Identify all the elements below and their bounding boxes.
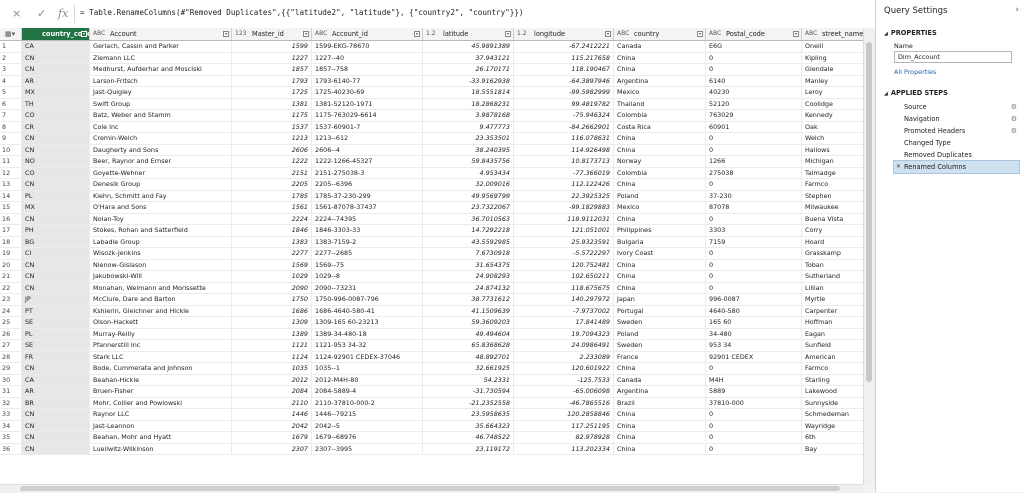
column-header-country-code[interactable]: country_code ▾ xyxy=(22,28,90,40)
column-header-longitude[interactable]: 1.2 longitude ▾ xyxy=(514,28,614,40)
column-header-label: Master_id xyxy=(252,30,284,38)
filter-dropdown-icon[interactable]: ▾ xyxy=(793,31,799,37)
column-header-label: street_name xyxy=(822,30,863,38)
column-type-icon[interactable]: ABC xyxy=(709,28,721,40)
filter-dropdown-icon[interactable]: ▾ xyxy=(605,31,611,37)
applied-steps-list: Source ⚙ Navigation ⚙ Promoted Headers ⚙ Chang… xyxy=(893,101,1020,174)
filter-dropdown-icon[interactable]: ▾ xyxy=(223,31,229,37)
applied-step-changed-type[interactable]: Changed Type xyxy=(894,137,1019,149)
row-divider xyxy=(0,454,863,455)
filter-dropdown-icon[interactable]: ▾ xyxy=(414,31,420,37)
column-type-icon[interactable]: 1.2 xyxy=(517,28,527,40)
applied-step-renamed-columns[interactable]: ✕ Renamed Columns xyxy=(893,160,1020,174)
column-type-icon[interactable]: 1.2 xyxy=(426,28,436,40)
commit-icon[interactable]: ✓ xyxy=(37,7,46,21)
formula-bar: × ✓ fx = Table.RenameColumns(#"Removed D… xyxy=(0,0,875,29)
horizontal-scroll-thumb[interactable] xyxy=(20,486,840,491)
filter-dropdown-icon[interactable]: ▾ xyxy=(697,31,703,37)
section-collapse-icon[interactable]: ◢ xyxy=(884,91,888,97)
applied-step-label: Navigation xyxy=(904,115,940,123)
formula-separator xyxy=(74,5,75,23)
column-header-label: Account_id xyxy=(332,30,368,38)
column-header-country[interactable]: ABC country ▾ xyxy=(614,28,706,40)
column-header-label: Postal_code xyxy=(726,30,765,38)
column-header-label: Account xyxy=(110,30,137,38)
applied-step-label: Removed Duplicates xyxy=(904,151,972,159)
vertical-scrollbar[interactable] xyxy=(863,28,875,484)
column-header-label: country xyxy=(634,30,660,38)
query-name-input[interactable]: Dim_Account xyxy=(894,51,1012,63)
applied-step-source[interactable]: Source ⚙ xyxy=(894,101,1019,113)
column-type-icon[interactable]: ABC xyxy=(93,28,105,40)
column-header-street-name[interactable]: ABCstreet_name▾ xyxy=(802,28,863,40)
all-properties-link[interactable]: All Properties xyxy=(894,68,936,76)
step-settings-gear-icon[interactable]: ⚙ xyxy=(1011,101,1017,113)
query-settings-panel: Query Settings › ◢ PROPERTIES Name Dim_Ac… xyxy=(875,0,1024,492)
filter-dropdown-icon[interactable]: ▾ xyxy=(505,31,511,37)
applied-step-removed-duplicates[interactable]: Removed Duplicates xyxy=(894,149,1019,161)
step-settings-gear-icon[interactable]: ⚙ xyxy=(1011,113,1017,125)
applied-step-label: Changed Type xyxy=(904,139,951,147)
grid-header: ▦▾ country_code ▾ ABC Account ▾ 123 Master_id ▾ A… xyxy=(0,28,863,41)
formula-input[interactable]: = Table.RenameColumns(#"Removed Duplicat… xyxy=(80,8,523,17)
table-menu-icon[interactable]: ▦▾ xyxy=(0,28,22,40)
panel-title: Query Settings xyxy=(884,6,948,16)
filter-dropdown-icon[interactable]: ▾ xyxy=(303,31,309,37)
applied-step-label: Promoted Headers xyxy=(904,127,966,135)
column-header-label: latitude xyxy=(443,30,469,38)
column-header-latitude[interactable]: 1.2 latitude ▾ xyxy=(423,28,514,40)
column-header-account[interactable]: ABC Account ▾ xyxy=(90,28,232,40)
delete-step-icon[interactable]: ✕ xyxy=(896,161,901,173)
applied-step-promoted-headers[interactable]: Promoted Headers ⚙ xyxy=(894,125,1019,137)
vertical-scroll-thumb[interactable] xyxy=(866,42,872,382)
section-collapse-icon[interactable]: ◢ xyxy=(884,31,888,37)
cancel-icon[interactable]: × xyxy=(12,7,21,21)
properties-heading-text: PROPERTIES xyxy=(890,29,937,37)
column-header-postal-code[interactable]: ABC Postal_code ▾ xyxy=(706,28,802,40)
column-type-icon[interactable]: ABC xyxy=(805,28,817,40)
step-settings-gear-icon[interactable]: ⚙ xyxy=(1011,125,1017,137)
collapse-panel-icon[interactable]: › xyxy=(1015,5,1019,15)
column-type-icon[interactable]: ABC xyxy=(315,28,327,40)
applied-steps-heading: ◢ APPLIED STEPS xyxy=(884,89,948,97)
applied-step-label: Source xyxy=(904,103,927,111)
column-type-icon[interactable]: 123 xyxy=(235,28,246,40)
applied-steps-heading-text: APPLIED STEPS xyxy=(890,89,948,97)
column-header-account-id[interactable]: ABC Account_id ▾ xyxy=(312,28,423,40)
filter-dropdown-icon[interactable]: ▾ xyxy=(81,31,87,37)
fx-icon[interactable]: fx xyxy=(58,7,68,21)
name-label: Name xyxy=(894,42,913,50)
applied-step-navigation[interactable]: Navigation ⚙ xyxy=(894,113,1019,125)
column-type-icon[interactable]: ABC xyxy=(617,28,629,40)
column-header-master-id[interactable]: 123 Master_id ▾ xyxy=(232,28,312,40)
applied-step-label: Renamed Columns xyxy=(904,163,967,171)
properties-heading: ◢ PROPERTIES xyxy=(884,29,937,37)
column-header-label: longitude xyxy=(534,30,566,38)
data-grid: ▦▾ country_code ▾ ABC Account ▾ 123 Master_id ▾ A… xyxy=(0,28,863,484)
